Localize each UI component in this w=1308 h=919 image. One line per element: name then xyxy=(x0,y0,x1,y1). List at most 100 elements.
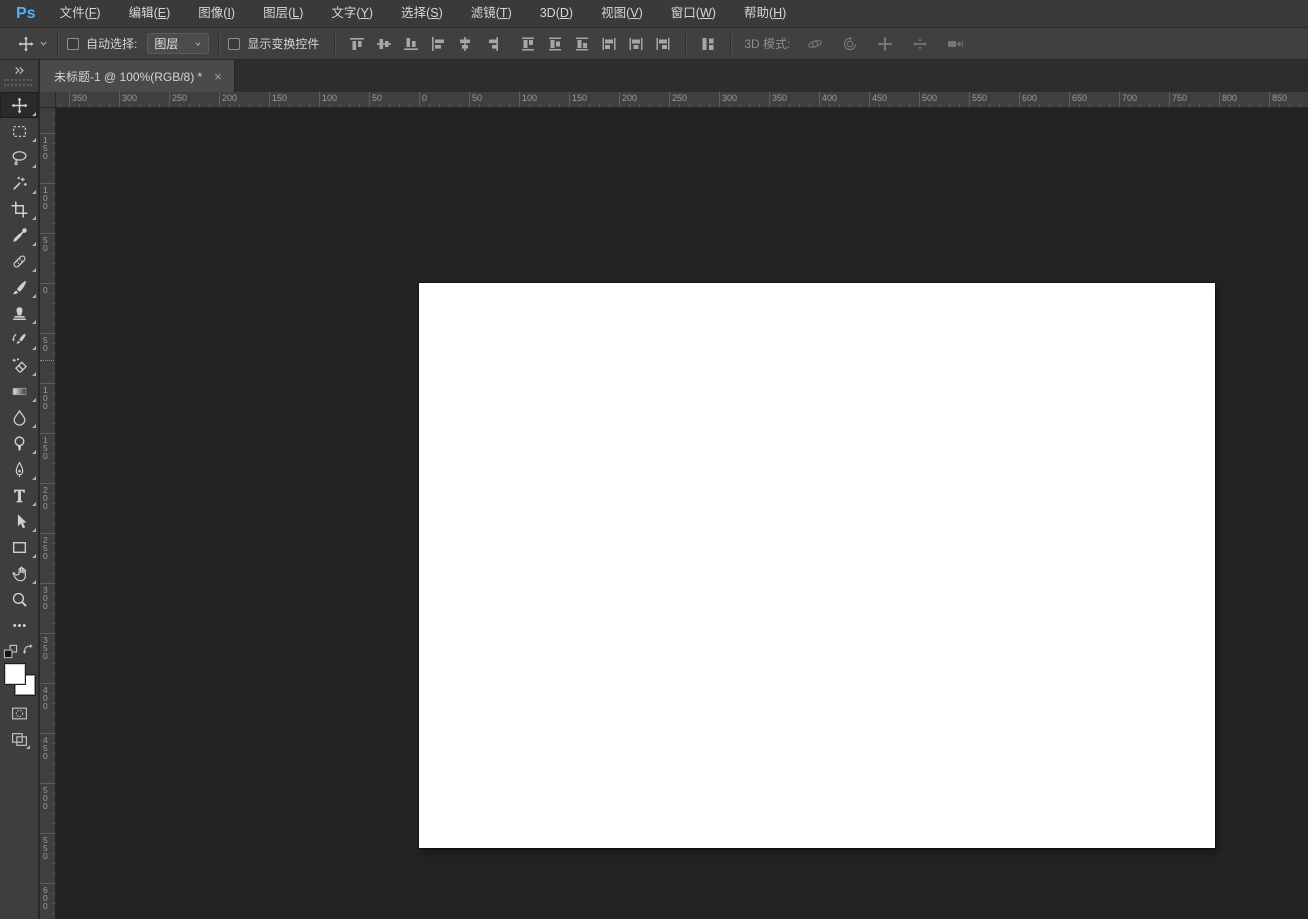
menu-item-help[interactable]: 帮助(H) xyxy=(730,0,800,27)
menu-item-edit[interactable]: 编辑(E) xyxy=(115,0,185,27)
auto-select-target-dropdown[interactable]: 图层 xyxy=(147,33,209,54)
3d-roll-button[interactable] xyxy=(837,32,863,56)
quick-mask-button[interactable] xyxy=(7,702,31,724)
eraser-tool[interactable] xyxy=(0,352,38,378)
ruler-tick xyxy=(619,92,620,107)
pen-tool[interactable] xyxy=(0,456,38,482)
document-tab[interactable]: 未标题-1 @ 100%(RGB/8) * × xyxy=(40,60,235,92)
quick-mask-icon xyxy=(10,705,29,722)
swap-colors-icon[interactable] xyxy=(22,643,35,656)
active-tool-preset[interactable] xyxy=(18,36,48,52)
distribute-spacing-button[interactable] xyxy=(695,32,721,56)
align-horizontal-centers-button[interactable] xyxy=(452,32,478,56)
align-bottom-edges-button[interactable] xyxy=(398,32,424,56)
ruler-tick xyxy=(989,104,990,107)
brush-tool[interactable] xyxy=(0,274,38,300)
panel-gripper[interactable] xyxy=(4,79,32,86)
crop-tool[interactable] xyxy=(0,196,38,222)
show-transform-label: 显示变换控件 xyxy=(247,35,319,52)
ruler-tick xyxy=(52,913,55,914)
type-tool[interactable] xyxy=(0,482,38,508)
default-colors-icon[interactable] xyxy=(3,644,18,659)
edit-toolbar-tool[interactable] xyxy=(0,612,38,638)
quick-selection-tool[interactable] xyxy=(0,170,38,196)
ruler-tick xyxy=(1299,104,1300,107)
horizontal-ruler[interactable]: 3503002502001501005005010015020025030035… xyxy=(56,92,1308,108)
move-tool[interactable] xyxy=(0,92,38,118)
foreground-color-swatch[interactable] xyxy=(5,664,25,684)
menu-item-window[interactable]: 窗口(W) xyxy=(657,0,730,27)
3d-camera-button[interactable] xyxy=(942,32,968,56)
align-left-edges-button[interactable] xyxy=(425,32,451,56)
ruler-tick xyxy=(52,263,55,264)
distribute-bottom-edges-icon xyxy=(574,36,590,52)
screen-mode-button[interactable] xyxy=(7,728,31,750)
rectangle-shape-tool[interactable] xyxy=(0,534,38,560)
spot-healing-brush-tool[interactable] xyxy=(0,248,38,274)
distribute-vertical-centers-button[interactable] xyxy=(542,32,568,56)
ruler-label: 850 xyxy=(1272,93,1287,103)
align-top-edges-button[interactable] xyxy=(344,32,370,56)
ruler-tick xyxy=(409,104,410,107)
menu-item-type[interactable]: 文字(Y) xyxy=(317,0,387,27)
distribute-left-edges-button[interactable] xyxy=(596,32,622,56)
blur-tool[interactable] xyxy=(0,404,38,430)
menu-item-view[interactable]: 视图(V) xyxy=(587,0,657,27)
gradient-tool[interactable] xyxy=(0,378,38,404)
ruler-tick xyxy=(40,233,55,234)
flyout-triangle-icon xyxy=(32,320,36,324)
close-tab-icon[interactable]: × xyxy=(212,70,224,83)
zoom-tool[interactable] xyxy=(0,586,38,612)
distribute-top-edges-button[interactable] xyxy=(515,32,541,56)
show-transform-checkbox[interactable] xyxy=(228,38,240,50)
menu-item-layer[interactable]: 图层(L) xyxy=(249,0,317,27)
rectangular-marquee-tool[interactable] xyxy=(0,118,38,144)
ruler-tick xyxy=(429,104,430,107)
auto-select-target-value: 图层 xyxy=(154,35,178,52)
ruler-tick xyxy=(489,104,490,107)
history-brush-tool[interactable] xyxy=(0,326,38,352)
ruler-tick xyxy=(579,104,580,107)
vertical-ruler[interactable]: 1 5 01 0 05 005 01 0 01 5 02 0 02 5 03 0… xyxy=(40,108,56,919)
ruler-tick xyxy=(549,104,550,107)
menu-item-file[interactable]: 文件(F) xyxy=(46,0,115,27)
path-selection-tool[interactable] xyxy=(0,508,38,534)
document-canvas[interactable] xyxy=(419,283,1215,848)
3d-pan-icon xyxy=(877,36,893,52)
history-brush-icon xyxy=(11,331,28,348)
ruler-tick xyxy=(209,104,210,107)
menu-item-image[interactable]: 图像(I) xyxy=(184,0,249,27)
ruler-label: 350 xyxy=(72,93,87,103)
menu-item-filter[interactable]: 滤镜(T) xyxy=(457,0,526,27)
align-right-edges-button[interactable] xyxy=(479,32,505,56)
ruler-tick xyxy=(969,92,970,107)
distribute-right-edges-button[interactable] xyxy=(650,32,676,56)
ruler-label: 250 xyxy=(172,93,187,103)
3d-slide-button[interactable] xyxy=(907,32,933,56)
auto-select-checkbox[interactable] xyxy=(67,38,79,50)
ruler-origin-corner[interactable] xyxy=(40,92,56,108)
ruler-tick xyxy=(40,833,55,834)
lasso-tool[interactable] xyxy=(0,144,38,170)
menu-item-select[interactable]: 选择(S) xyxy=(387,0,457,27)
clone-stamp-tool[interactable] xyxy=(0,300,38,326)
separator xyxy=(57,33,58,55)
distribute-horizontal-centers-button[interactable] xyxy=(623,32,649,56)
align-vertical-centers-button[interactable] xyxy=(371,32,397,56)
content-row: 1 5 01 0 05 005 01 0 01 5 02 0 02 5 03 0… xyxy=(40,108,1308,919)
ruler-label: 300 xyxy=(722,93,737,103)
ruler-tick xyxy=(40,883,55,884)
menu-item-3d[interactable]: 3D(D) xyxy=(526,0,587,27)
3d-rotate-icon xyxy=(807,36,823,52)
hand-tool[interactable] xyxy=(0,560,38,586)
dodge-tool[interactable] xyxy=(0,430,38,456)
distribute-bottom-edges-button[interactable] xyxy=(569,32,595,56)
ruler-tick xyxy=(509,104,510,107)
align-bottom-edges-icon xyxy=(403,36,419,52)
ruler-tick xyxy=(879,104,880,107)
ruler-label: 600 xyxy=(1022,93,1037,103)
3d-pan-button[interactable] xyxy=(872,32,898,56)
3d-rotate-button[interactable] xyxy=(802,32,828,56)
collapse-panel-icon[interactable] xyxy=(14,65,25,76)
eyedropper-tool[interactable] xyxy=(0,222,38,248)
